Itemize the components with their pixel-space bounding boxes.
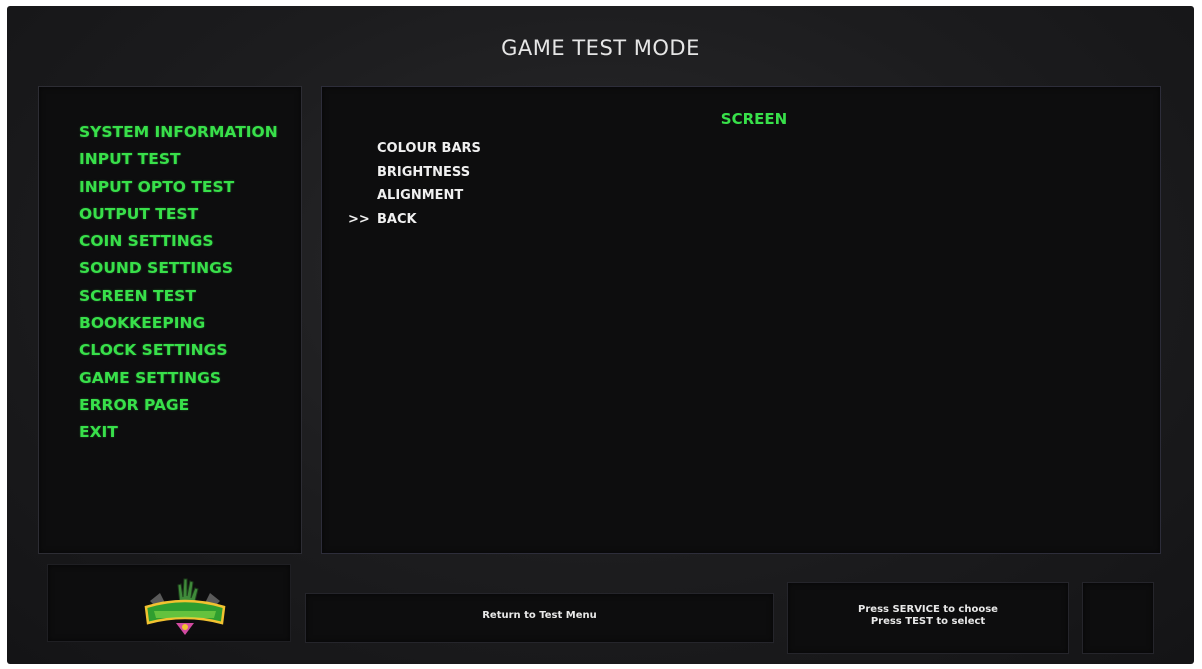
section-title: SCREEN bbox=[720, 110, 788, 128]
test-menu-panel: SYSTEM INFORMATION INPUT TEST INPUT OPTO… bbox=[38, 86, 302, 554]
page-title: GAME TEST MODE bbox=[501, 36, 700, 60]
test-mode-screen: GAME TEST MODE SYSTEM INFORMATION INPUT … bbox=[7, 6, 1194, 664]
menu-item-coin-settings[interactable]: COIN SETTINGS bbox=[79, 228, 278, 255]
submenu-item-brightness[interactable]: BRIGHTNESS bbox=[348, 161, 481, 185]
menu-item-system-information[interactable]: SYSTEM INFORMATION bbox=[79, 119, 278, 146]
submenu-item-alignment[interactable]: ALIGNMENT bbox=[348, 184, 481, 208]
menu-item-exit[interactable]: EXIT bbox=[79, 419, 278, 446]
menu-item-screen-test[interactable]: SCREEN TEST bbox=[79, 283, 278, 310]
menu-item-game-settings[interactable]: GAME SETTINGS bbox=[79, 365, 278, 392]
submenu-item-label: BRIGHTNESS bbox=[377, 164, 471, 180]
test-menu-list: SYSTEM INFORMATION INPUT TEST INPUT OPTO… bbox=[79, 119, 278, 447]
help-line-test: Press TEST to select bbox=[870, 616, 986, 627]
submenu-item-label: COLOUR BARS bbox=[377, 141, 481, 156]
menu-item-bookkeeping[interactable]: BOOKKEEPING bbox=[79, 310, 278, 337]
menu-item-error-page[interactable]: ERROR PAGE bbox=[79, 392, 278, 419]
submenu-item-colour-bars[interactable]: COLOUR BARS bbox=[348, 137, 481, 161]
submenu-item-label: ALIGNMENT bbox=[377, 188, 464, 203]
help-line-service: Press SERVICE to choose bbox=[858, 604, 998, 615]
screen-submenu-list: COLOUR BARS BRIGHTNESS ALIGNMENT >> BACK bbox=[348, 137, 481, 231]
submenu-item-back[interactable]: >> BACK bbox=[348, 208, 481, 232]
status-panel bbox=[1082, 582, 1154, 654]
menu-item-output-test[interactable]: OUTPUT TEST bbox=[79, 201, 278, 228]
message-text: Return to Test Menu bbox=[482, 610, 597, 621]
zombies-game-logo-icon bbox=[144, 578, 226, 635]
message-panel: Return to Test Menu bbox=[305, 593, 774, 643]
menu-item-clock-settings[interactable]: CLOCK SETTINGS bbox=[79, 337, 278, 364]
selection-cursor: >> bbox=[348, 211, 370, 227]
submenu-item-label: BACK bbox=[377, 211, 417, 227]
menu-item-input-test[interactable]: INPUT TEST bbox=[79, 146, 278, 173]
logo-panel bbox=[47, 564, 291, 642]
controls-help-panel: Press SERVICE to choose Press TEST to se… bbox=[787, 582, 1069, 654]
menu-item-sound-settings[interactable]: SOUND SETTINGS bbox=[79, 255, 278, 282]
screen-submenu-panel: SCREEN COLOUR BARS BRIGHTNESS ALIGNMENT … bbox=[321, 86, 1161, 554]
controls-help-text: Press SERVICE to choose Press TEST to se… bbox=[788, 604, 1068, 628]
menu-item-input-opto-test[interactable]: INPUT OPTO TEST bbox=[79, 174, 278, 201]
